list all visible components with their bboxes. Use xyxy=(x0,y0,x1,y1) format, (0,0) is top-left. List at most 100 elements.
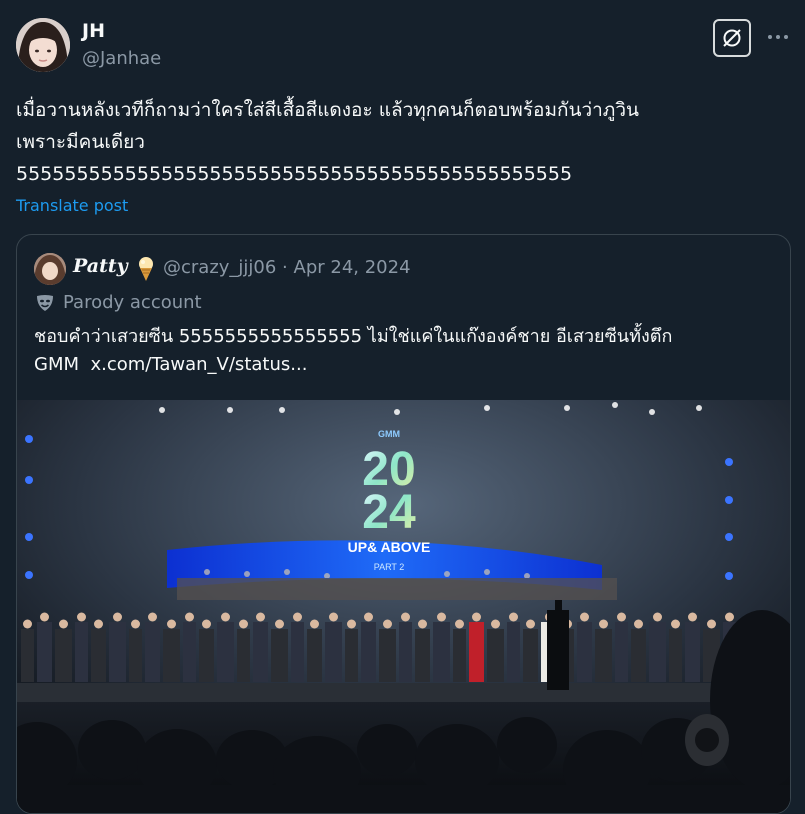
performer-head xyxy=(599,619,608,629)
performer-figure xyxy=(379,629,396,682)
performer-head xyxy=(437,612,446,622)
performer-figure xyxy=(595,629,612,682)
tweet-text-line: เมื่อวานหลังเวทีก็ถามว่าใครใส่สีเสื้อสีแ… xyxy=(16,99,639,121)
performer-figure xyxy=(55,629,72,682)
performer-figure xyxy=(415,629,430,682)
author-handle[interactable]: @Janhae xyxy=(82,48,161,69)
performer-figure xyxy=(487,629,504,682)
performer-head xyxy=(725,612,734,622)
performer-head xyxy=(418,619,427,629)
parody-label-text: Parody account xyxy=(63,292,202,313)
performer-head xyxy=(401,612,410,622)
performer-figure xyxy=(631,629,646,682)
performer-head xyxy=(275,619,284,629)
concert-photo[interactable]: GMM 20 24 UP& ABOVE PART 2 xyxy=(17,400,790,813)
grok-icon xyxy=(723,29,741,47)
quote-text-line: ชอบคำว่าเสวยซีน 5555555555555555 ไม่ใช่แ… xyxy=(34,326,673,347)
performer-figure xyxy=(75,622,88,682)
performer-head xyxy=(707,619,716,629)
quote-author-name[interactable]: Patty xyxy=(73,255,128,277)
quote-handle-date[interactable]: @crazy_jjj06 · Apr 24, 2024 xyxy=(163,257,411,278)
quote-text: ชอบคำว่าเสวยซีน 5555555555555555 ไม่ใช่แ… xyxy=(34,323,774,379)
performer-figure xyxy=(217,622,234,682)
tweet-text-line: เพราะมีคนเดียว xyxy=(16,131,145,153)
performer-figure xyxy=(199,629,214,682)
logo-year-bottom: 24 xyxy=(362,486,416,539)
performer-head xyxy=(113,612,122,622)
performer-head xyxy=(526,619,535,629)
performer-figure xyxy=(253,622,268,682)
performer-figure xyxy=(237,629,250,682)
performer-figure xyxy=(433,622,450,682)
performer-head xyxy=(59,619,68,629)
performer-head xyxy=(671,619,680,629)
performer-figure xyxy=(577,622,592,682)
quote-link[interactable]: x.com/Tawan_V/status... xyxy=(90,354,307,375)
performer-figure xyxy=(325,622,342,682)
concert-stage-image: GMM 20 24 UP& ABOVE PART 2 xyxy=(17,400,790,813)
performer-figure xyxy=(507,622,520,682)
performer-head xyxy=(347,619,356,629)
more-icon xyxy=(768,35,788,39)
performer-head xyxy=(383,619,392,629)
performer-figure xyxy=(129,629,142,682)
more-button[interactable] xyxy=(766,22,790,52)
grok-button[interactable] xyxy=(713,19,751,57)
performer-head xyxy=(221,612,230,622)
quote-text-prefix: GMM xyxy=(34,354,80,375)
quote-text-line: GMM x.com/Tawan_V/status... xyxy=(34,351,774,379)
performer-figure xyxy=(109,622,126,682)
performer-figure xyxy=(399,622,412,682)
performer-head xyxy=(364,612,373,622)
translate-post-link[interactable]: Translate post xyxy=(16,196,128,215)
quote-avatar[interactable] xyxy=(34,253,66,285)
performer-head xyxy=(472,612,481,622)
performer-figure xyxy=(345,629,358,682)
performer-head xyxy=(455,619,464,629)
performer-head xyxy=(688,612,697,622)
performer-head xyxy=(256,612,265,622)
author-name[interactable]: JH xyxy=(82,20,105,42)
performer-figure xyxy=(183,622,196,682)
performer-figure xyxy=(523,629,538,682)
ice-cream-icon xyxy=(139,257,153,281)
performer-head xyxy=(310,619,319,629)
quoted-tweet[interactable]: Patty @crazy_jjj06 · Apr 24, 2024 Parody… xyxy=(16,234,791,814)
parody-mask-icon xyxy=(37,294,53,311)
performer-figure xyxy=(21,629,34,682)
performer-head xyxy=(148,612,157,622)
logo-part: PART 2 xyxy=(374,562,405,572)
performer-head xyxy=(617,612,626,622)
performer-figure xyxy=(615,622,628,682)
tweet-text-line: 5555555555555555555555555555555555555555… xyxy=(16,163,573,185)
performer-head xyxy=(185,612,194,622)
performer-figure xyxy=(469,622,484,682)
performer-figure xyxy=(37,622,52,682)
performer-figure xyxy=(145,622,160,682)
tweet-text: เมื่อวานหลังเวทีก็ถามว่าใครใส่สีเสื้อสีแ… xyxy=(16,94,791,190)
performer-figure xyxy=(163,629,180,682)
performer-figure xyxy=(307,629,322,682)
performer-head xyxy=(94,619,103,629)
parody-label: Parody account xyxy=(35,292,202,313)
performer-figure xyxy=(91,629,106,682)
performer-head xyxy=(634,619,643,629)
performer-head xyxy=(23,619,32,629)
performer-head xyxy=(580,612,589,622)
performer-head xyxy=(131,619,140,629)
performer-figure xyxy=(669,629,682,682)
performer-head xyxy=(491,619,500,629)
logo-title: UP& ABOVE xyxy=(348,539,431,555)
performer-head xyxy=(653,612,662,622)
author-avatar[interactable] xyxy=(16,18,70,72)
performer-head xyxy=(509,612,518,622)
performer-figure xyxy=(685,622,700,682)
performer-head xyxy=(329,612,338,622)
performer-head xyxy=(40,612,49,622)
performer-head xyxy=(77,612,86,622)
performer-head xyxy=(167,619,176,629)
performer-head xyxy=(293,612,302,622)
performer-figure xyxy=(649,622,666,682)
performer-figure xyxy=(271,629,288,682)
performer-figure xyxy=(361,622,376,682)
